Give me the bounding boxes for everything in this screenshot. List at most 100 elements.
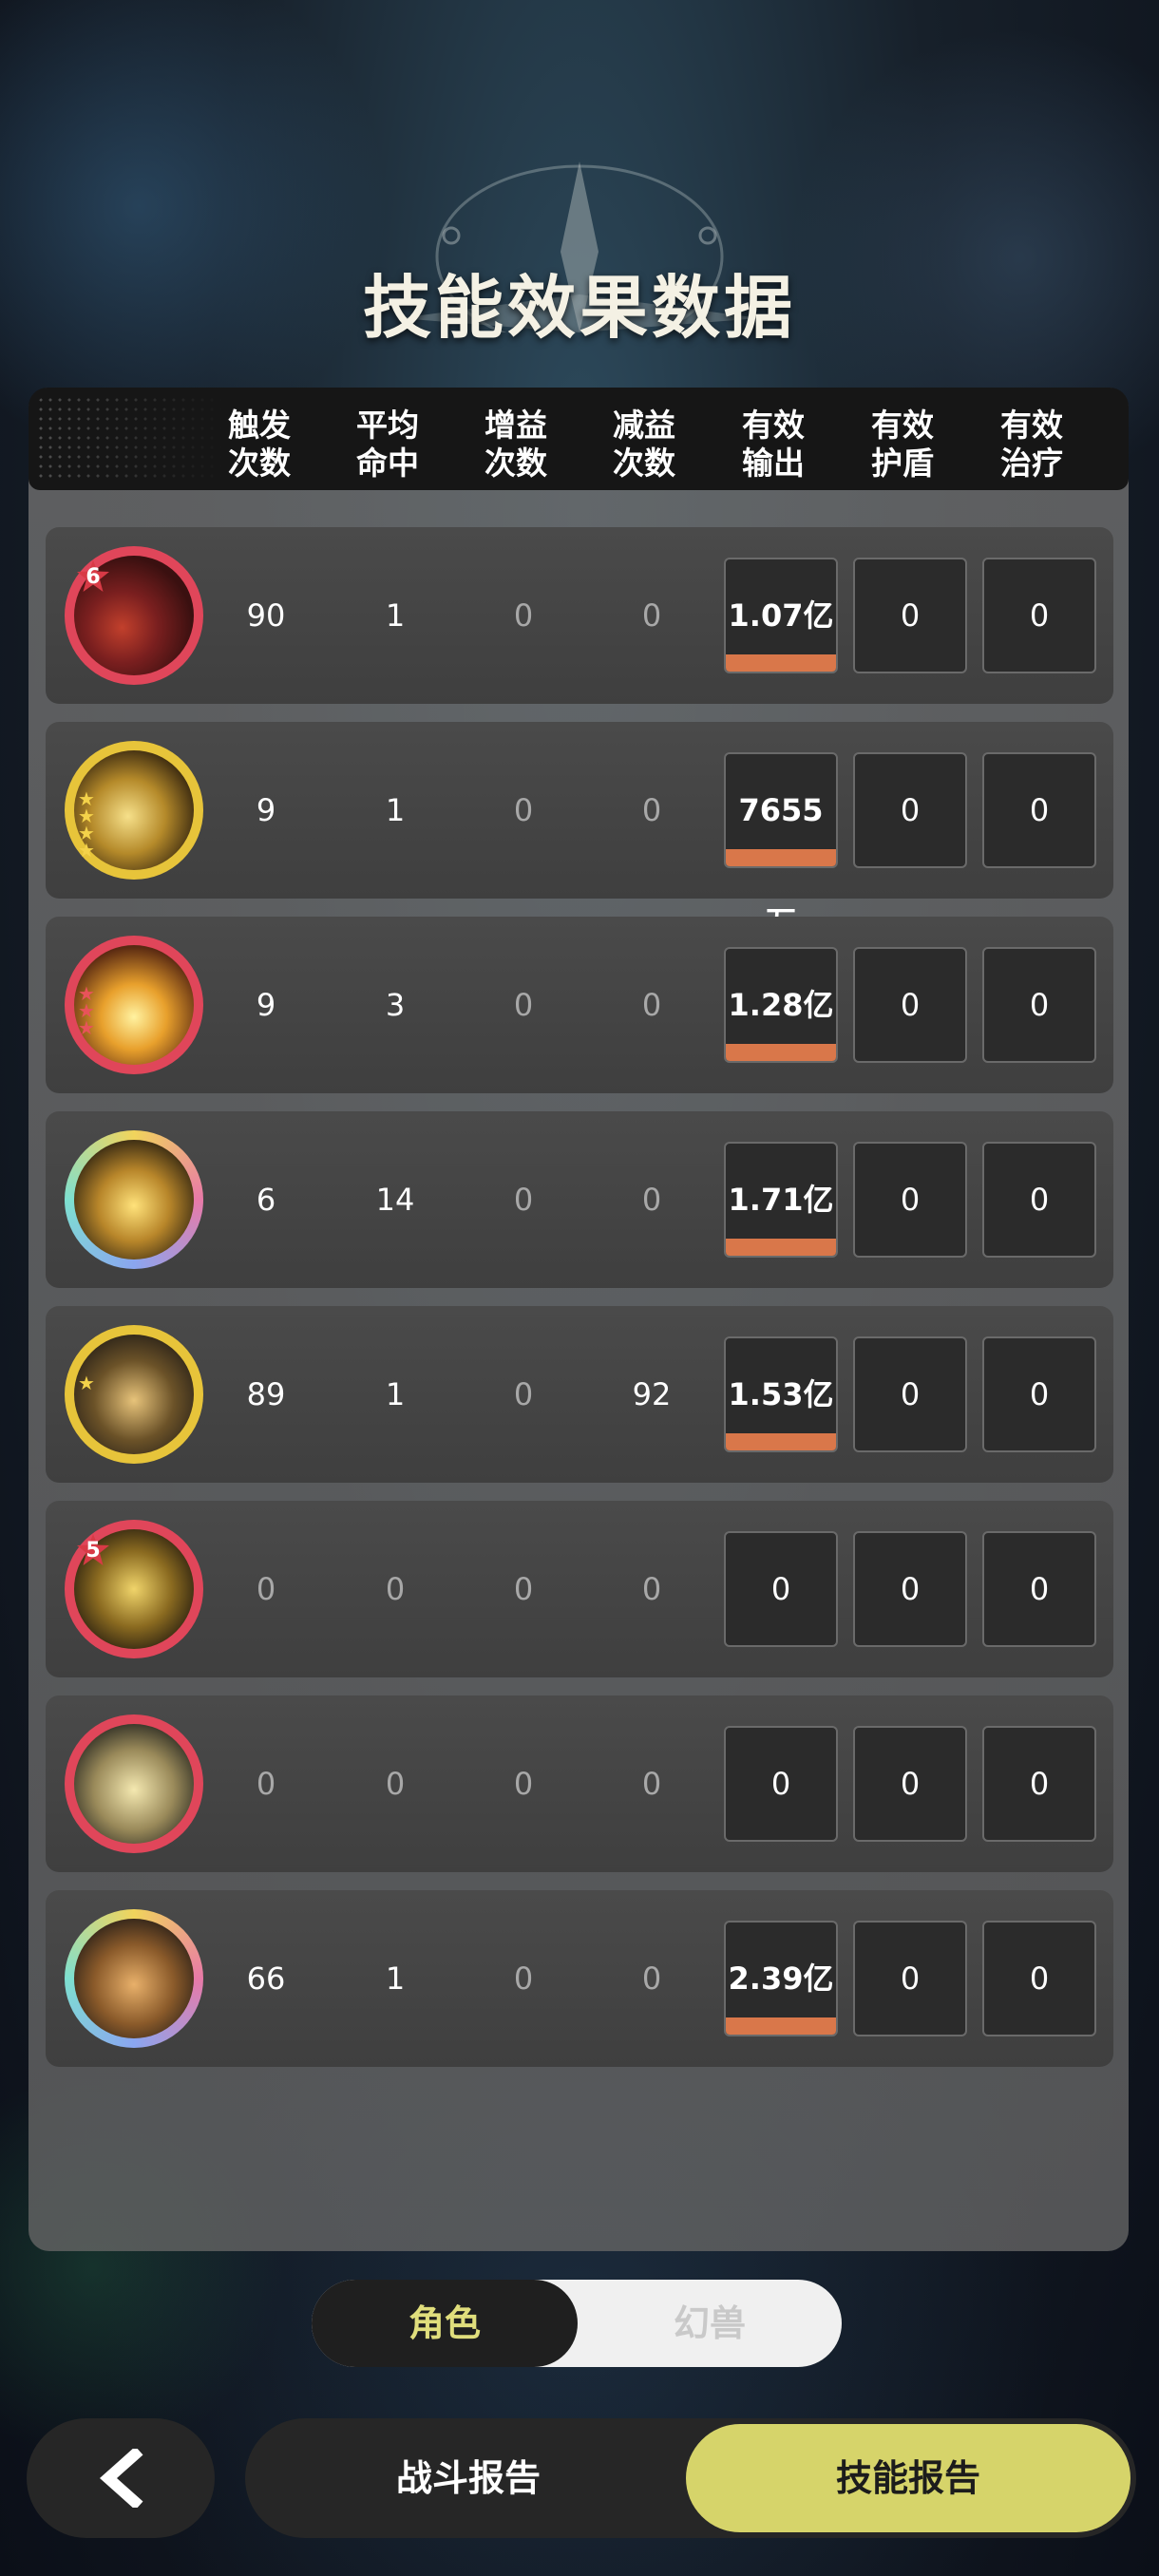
- header-dot-pattern: [36, 395, 226, 483]
- buff-count: 0: [513, 597, 534, 634]
- sparkle-stars-skill-icon[interactable]: ★ ★ ★ ★: [65, 741, 203, 880]
- badge-number: 5: [86, 1539, 101, 1563]
- arrow-up-shield-skill-icon[interactable]: [65, 1714, 203, 1853]
- golden-ring-skill-icon[interactable]: ★: [65, 1325, 203, 1464]
- debuff-count: 0: [641, 1766, 662, 1802]
- heal-box-value: 0: [1029, 597, 1050, 634]
- rank-stars: ★: [78, 1372, 106, 1394]
- col-header-buff: 增益 次数: [484, 407, 547, 482]
- heal-box: 0: [982, 1142, 1096, 1258]
- table-row: ★★★★ 9 1 0 0 7655万 0 0: [46, 722, 1113, 940]
- buff-count: 0: [513, 1182, 534, 1218]
- table-row: 6 90 1 0 0 1.07亿 0 0: [46, 527, 1113, 704]
- output-box-value: 0: [770, 1571, 791, 1607]
- heal-box: 0: [982, 1726, 1096, 1842]
- debuff-count: 0: [641, 987, 662, 1023]
- heal-box-value: 0: [1029, 792, 1050, 828]
- star-icon: ★: [78, 1372, 95, 1394]
- table-header: 触发 次数 平均 命中 增益 次数 减益 次数 有效 输出 有效 护盾 有效 治疗: [28, 388, 1129, 490]
- output-bar: [726, 1239, 836, 1256]
- debuff-count: 0: [641, 1571, 662, 1607]
- skill-art: [74, 1724, 194, 1844]
- buff-count: 0: [513, 1766, 534, 1802]
- table-row: ★ ★ ★ 9 3 0 0 1.28亿 0 0: [46, 917, 1113, 1093]
- golden-spirit-skill-icon[interactable]: [65, 1130, 203, 1269]
- golden-face-skill-icon[interactable]: 5: [65, 1520, 203, 1658]
- table-row: 0 0 0 0 0 0 0: [46, 1695, 1113, 1872]
- buff-count: 0: [513, 1960, 534, 1997]
- heal-box-value: 0: [1029, 1960, 1050, 1997]
- table-row: 66 1 0 0 2.39亿 0 0: [46, 1890, 1113, 2067]
- shield-box: 0: [853, 1726, 967, 1842]
- character-beast-toggle[interactable]: 角色 幻兽: [312, 2280, 842, 2367]
- heal-box: 0: [982, 752, 1096, 868]
- table-row: ★ 89 1 0 92 1.53亿 0 0: [46, 1306, 1113, 1483]
- table-row: 5 0 0 0 0 0 0 0: [46, 1501, 1113, 1677]
- back-button[interactable]: [27, 2418, 215, 2538]
- trigger-count: 9: [256, 792, 276, 828]
- trigger-count: 66: [246, 1960, 286, 1997]
- heal-box: 0: [982, 558, 1096, 673]
- battle-report-button[interactable]: 战斗报告: [245, 2418, 692, 2538]
- heal-box-value: 0: [1029, 1571, 1050, 1607]
- toggle-character[interactable]: 角色: [312, 2280, 578, 2367]
- avg-hit: 1: [385, 792, 406, 828]
- output-bar: [726, 1044, 836, 1061]
- output-bar: [726, 1433, 836, 1450]
- toggle-beast[interactable]: 幻兽: [578, 2280, 842, 2367]
- output-box: 1.07亿: [724, 558, 838, 673]
- shield-box-value: 0: [900, 597, 921, 634]
- trigger-count: 90: [246, 597, 286, 634]
- shield-box: 0: [853, 1336, 967, 1452]
- col-header-shield: 有效 护盾: [871, 407, 934, 482]
- output-box: 1.28亿: [724, 947, 838, 1063]
- output-box-value: 1.07亿: [728, 597, 834, 634]
- debuff-count: 0: [641, 597, 662, 634]
- title-area: 技能效果数据: [0, 123, 1159, 348]
- debuff-count: 92: [632, 1376, 672, 1412]
- shield-box-value: 0: [900, 1182, 921, 1218]
- trigger-count: 89: [246, 1376, 286, 1412]
- skill-art: [74, 1335, 194, 1454]
- col-header-heal: 有效 治疗: [1000, 407, 1063, 482]
- col-header-trigger: 触发 次数: [228, 407, 291, 482]
- skill-report-button[interactable]: 技能报告: [686, 2424, 1130, 2532]
- trigger-count: 0: [256, 1571, 276, 1607]
- avg-hit: 14: [375, 1182, 415, 1218]
- output-box-value: 1.28亿: [728, 987, 834, 1023]
- shield-box: 0: [853, 752, 967, 868]
- buff-count: 0: [513, 792, 534, 828]
- star-icon: ★: [78, 839, 95, 862]
- shield-box: 0: [853, 1142, 967, 1258]
- trigger-count: 0: [256, 1766, 276, 1802]
- lightning-burst-skill-icon[interactable]: ★ ★ ★: [65, 936, 203, 1074]
- rank-stars: ★ ★ ★: [78, 984, 106, 1037]
- avg-hit: 0: [385, 1571, 406, 1607]
- output-box: 1.71亿: [724, 1142, 838, 1258]
- output-bar: [726, 849, 836, 866]
- shield-box: 0: [853, 1921, 967, 2036]
- shield-box: 0: [853, 947, 967, 1063]
- output-bar: [726, 654, 836, 672]
- col-header-debuff: 减益 次数: [613, 407, 675, 482]
- debuff-count: 0: [641, 1182, 662, 1218]
- table-row: 6 14 0 0 1.71亿 0 0: [46, 1111, 1113, 1288]
- shield-box-value: 0: [900, 987, 921, 1023]
- shield-box-value: 0: [900, 1766, 921, 1802]
- badge-number: 6: [86, 565, 101, 589]
- debuff-count: 0: [641, 1960, 662, 1997]
- report-tabs: 战斗报告 技能报告: [245, 2418, 1136, 2538]
- meteor-skill-icon[interactable]: 6: [65, 546, 203, 685]
- buff-count: 0: [513, 1571, 534, 1607]
- output-bar: [726, 2017, 836, 2035]
- avg-hit: 1: [385, 597, 406, 634]
- output-box: 7655万: [724, 752, 838, 940]
- trigger-count: 6: [256, 1182, 276, 1218]
- shield-box-value: 0: [900, 1571, 921, 1607]
- trigger-count: 9: [256, 987, 276, 1023]
- output-box-value: 0: [770, 1766, 791, 1802]
- heal-box: 0: [982, 1921, 1096, 2036]
- sword-slash-skill-icon[interactable]: [65, 1909, 203, 2048]
- buff-count: 0: [513, 987, 534, 1023]
- shield-box-value: 0: [900, 1960, 921, 1997]
